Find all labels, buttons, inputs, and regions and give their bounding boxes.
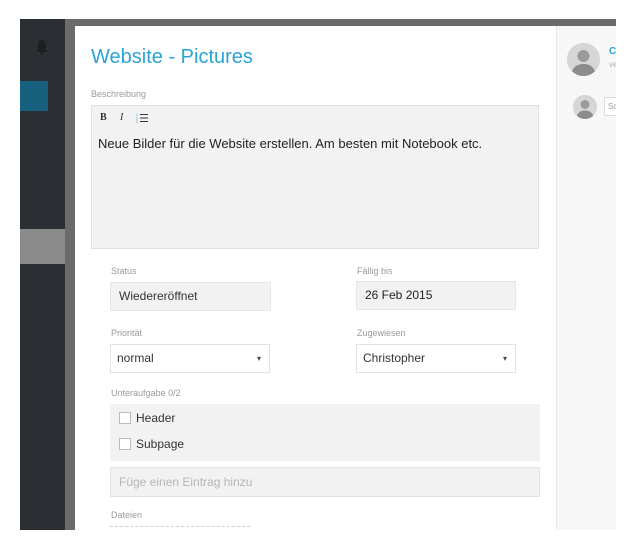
comment-input[interactable]: Sc [604,97,616,116]
files-dropzone[interactable] [110,526,250,527]
assigned-value: Christopher [363,351,426,365]
chevron-down-icon: ▾ [502,354,507,363]
subtask-checkbox[interactable] [119,412,131,424]
status-field[interactable]: Wiedereröffnet [110,282,271,311]
assigned-label: Zugewiesen [357,328,406,338]
due-date-label: Fällig bis [357,266,393,276]
italic-button[interactable]: I [120,112,123,123]
task-detail-modal: Website - Pictures Beschreibung B I 1 2 … [75,26,616,530]
ordered-list-icon[interactable]: 1 2 3 [136,112,148,123]
priority-select[interactable]: normal ▾ [110,344,270,373]
subtask-label: Subpage [136,437,185,451]
avatar [567,43,600,76]
bell-icon[interactable] [35,39,49,55]
task-title[interactable]: Website - Pictures [91,46,253,69]
subtasks-header: Unteraufgabe 0/2 [111,388,181,398]
sidebar-highlight [20,229,65,264]
sidebar-active-item[interactable] [20,81,48,111]
description-editor[interactable]: B I 1 2 3 Neue Bilder für die Website er… [91,105,539,249]
priority-label: Priorität [111,328,143,338]
priority-value: normal [117,351,154,365]
user-icon [567,43,600,76]
comment-author[interactable]: C [609,46,616,57]
avatar [573,95,597,119]
status-label: Status [111,266,137,276]
app-sidebar [20,19,65,530]
description-label: Beschreibung [91,89,147,99]
user-icon [573,95,597,119]
subtask-checkbox[interactable] [119,438,131,450]
overlay-backdrop [65,19,75,530]
chevron-down-icon: ▾ [256,354,261,363]
assigned-select[interactable]: Christopher ▾ [356,344,516,373]
app-frame: Website - Pictures Beschreibung B I 1 2 … [20,19,616,530]
description-text[interactable]: Neue Bilder für die Website erstellen. A… [98,136,482,151]
files-label: Dateien [111,510,143,520]
due-date-field[interactable]: 26 Feb 2015 [356,281,516,310]
svg-text:3: 3 [136,120,138,123]
bold-button[interactable]: B [100,112,107,123]
comment-meta: ve [609,60,616,69]
subtasks-count: 0/2 [168,388,181,398]
add-subtask-input[interactable] [110,467,540,497]
subtask-label: Header [136,411,176,425]
subtask-list: Header Subpage [110,404,540,461]
subtasks-label: Unteraufgabe [111,388,166,398]
comments-panel: C ve Sc [556,26,616,530]
